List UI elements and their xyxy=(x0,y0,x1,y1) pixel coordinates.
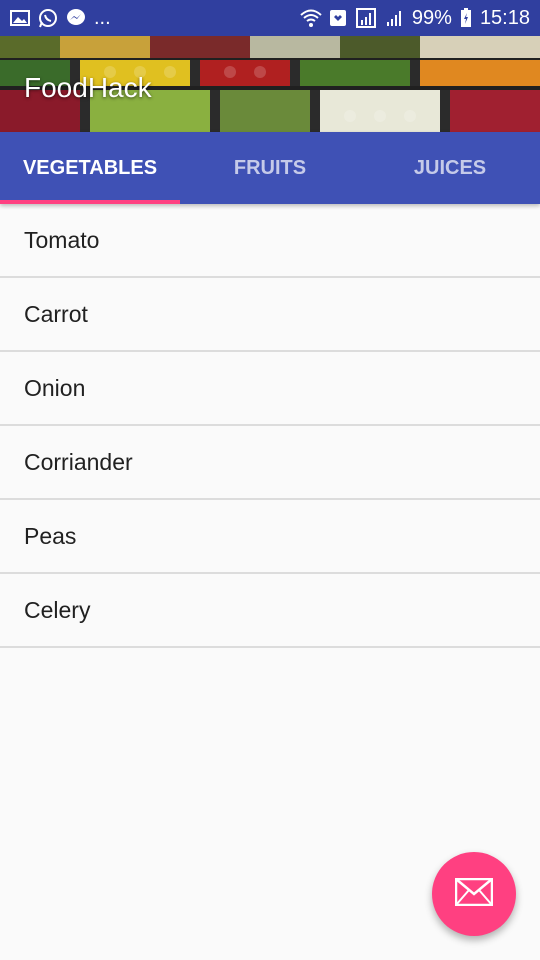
tab-vegetables[interactable]: VEGETABLES xyxy=(0,132,180,204)
tab-label: JUICES xyxy=(413,156,487,179)
mail-fab-button[interactable] xyxy=(432,852,516,936)
overflow-dots: ... xyxy=(94,6,111,29)
status-left: ... xyxy=(10,7,111,30)
tab-bar: VEGETABLES FRUITS JUICES xyxy=(0,132,540,204)
list-item-label: Carrot xyxy=(24,300,88,327)
wifi-icon xyxy=(300,8,322,28)
nfc-icon xyxy=(328,8,348,28)
clock: 15:18 xyxy=(479,6,530,29)
list-item-corriander[interactable]: Corriander xyxy=(0,426,540,500)
header-banner: FoodHack xyxy=(0,36,540,132)
status-right: 99% 15:18 xyxy=(300,7,530,30)
app-title: FoodHack xyxy=(24,72,152,103)
tab-label: FRUITS xyxy=(233,156,307,179)
tab-label: VEGETABLES xyxy=(22,156,158,179)
status-bar: ... 99% 15:18 xyxy=(0,0,540,36)
battery-percent: 99% xyxy=(411,6,452,29)
tab-juices[interactable]: JUICES xyxy=(360,132,540,204)
list-item-onion[interactable]: Onion xyxy=(0,352,540,426)
battery-icon xyxy=(460,8,472,28)
list-item-celery[interactable]: Celery xyxy=(0,574,540,648)
mail-icon xyxy=(454,877,494,911)
list-item-label: Tomato xyxy=(24,226,100,253)
messenger-icon xyxy=(66,8,86,28)
list-item-tomato[interactable]: Tomato xyxy=(0,204,540,278)
list-item-label: Corriander xyxy=(24,448,133,475)
tab-fruits[interactable]: FRUITS xyxy=(180,132,360,204)
list-item-label: Celery xyxy=(24,596,91,623)
list-item-label: Onion xyxy=(24,374,86,401)
signal-icon xyxy=(355,8,376,28)
whatsapp-icon xyxy=(38,8,58,28)
gallery-icon xyxy=(10,8,30,28)
list-item-peas[interactable]: Peas xyxy=(0,500,540,574)
vegetable-list: Tomato Carrot Onion Corriander Peas Cele… xyxy=(0,204,540,648)
signal-icon-secondary xyxy=(384,8,404,28)
list-item-carrot[interactable]: Carrot xyxy=(0,278,540,352)
list-item-label: Peas xyxy=(24,522,77,549)
